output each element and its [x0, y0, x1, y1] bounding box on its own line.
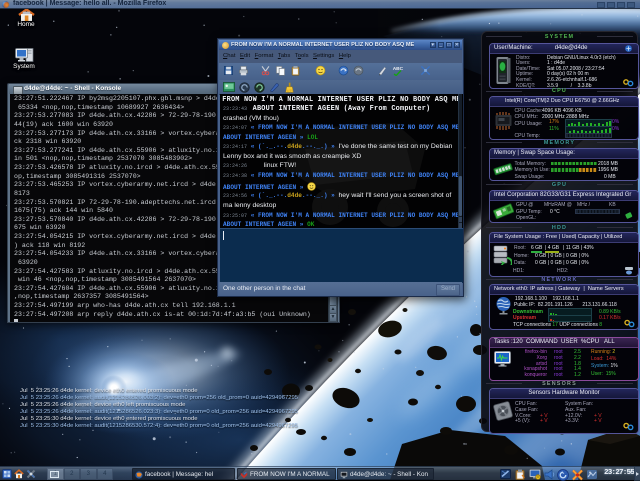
svg-text:ABC: ABC: [393, 66, 403, 72]
